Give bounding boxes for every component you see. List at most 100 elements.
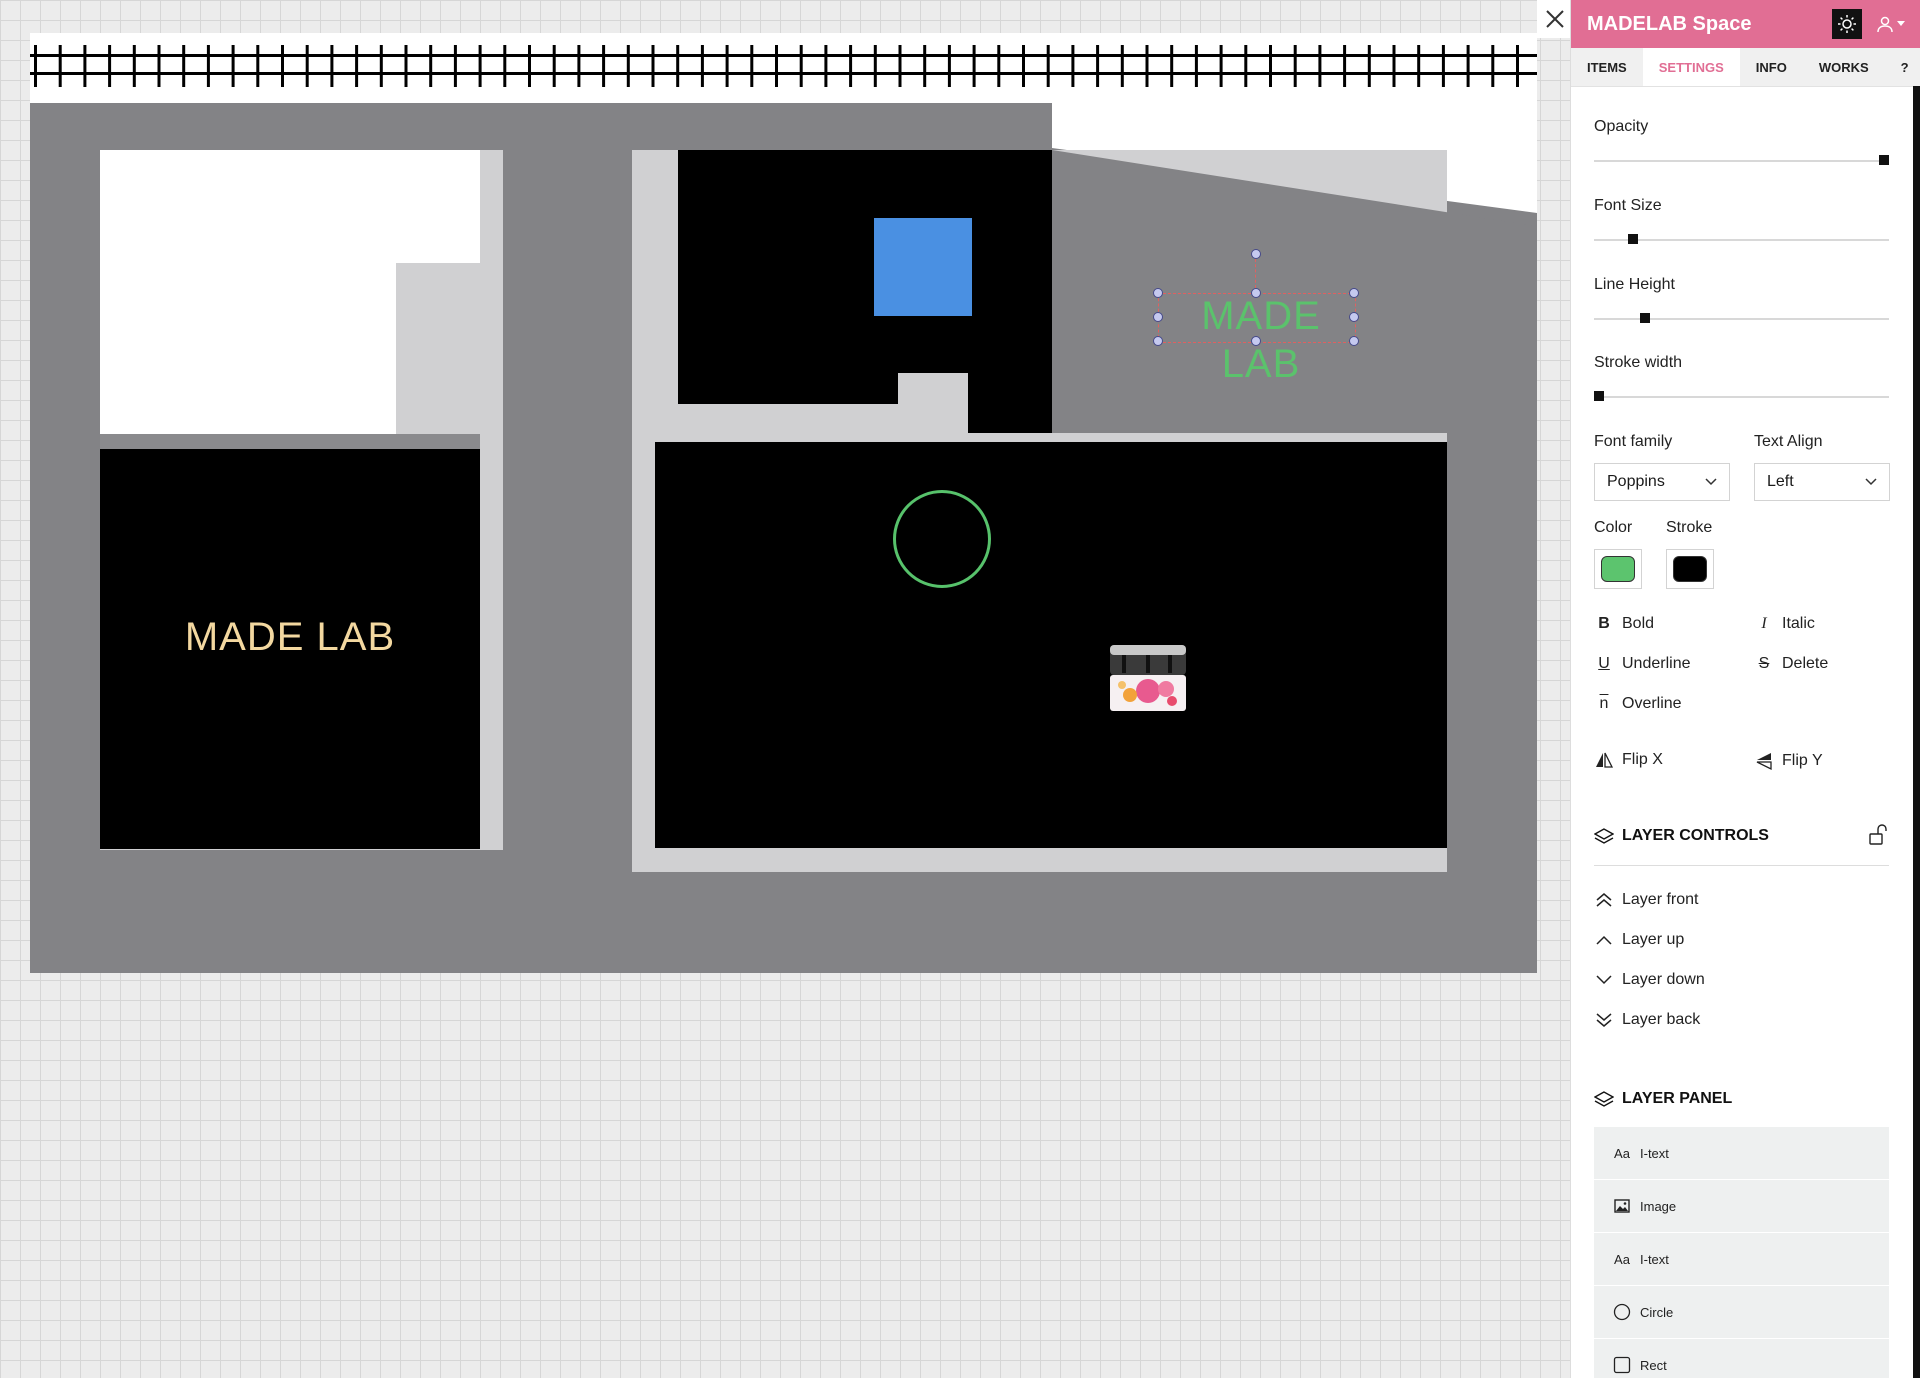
delete-label: Delete — [1782, 655, 1829, 672]
flip-x-button[interactable]: Flip X — [1594, 751, 1663, 769]
layer-panel-title: LAYER PANEL — [1594, 1090, 1732, 1108]
resize-handle-mr[interactable] — [1349, 312, 1359, 322]
bold-button[interactable]: B Bold — [1594, 615, 1654, 633]
overline-label: Overline — [1622, 695, 1682, 712]
font-size-label: Font Size — [1594, 197, 1662, 214]
layer-up-button[interactable]: Layer up — [1594, 931, 1684, 949]
stroke-width-slider[interactable] — [1594, 391, 1889, 401]
stroke-width-label: Stroke width — [1594, 354, 1683, 371]
text-align-select[interactable]: Left — [1754, 463, 1890, 501]
layer-item[interactable]: Rect — [1594, 1339, 1889, 1378]
layer-item[interactable]: Circle — [1594, 1286, 1889, 1339]
design-canvas[interactable]: MADE LAB MADE LAB — [30, 33, 1537, 973]
resize-handle-ml[interactable] — [1153, 312, 1163, 322]
opacity-slider-thumb[interactable] — [1879, 155, 1889, 165]
chevron-up-icon — [1594, 934, 1614, 946]
black-top-block-shape[interactable] — [678, 150, 1052, 404]
double-chevron-up-icon — [1594, 892, 1614, 908]
text-icon: Aa — [1614, 1145, 1630, 1161]
font-family-select[interactable]: Poppins — [1594, 463, 1730, 501]
text-align-label: Text Align — [1754, 433, 1823, 450]
layer-item[interactable]: Aa I-text — [1594, 1233, 1889, 1286]
resize-handle-bl[interactable] — [1153, 336, 1163, 346]
flip-y-button[interactable]: Flip Y — [1754, 751, 1823, 771]
overline-button[interactable]: n Overline — [1594, 695, 1682, 713]
product-jar-image[interactable] — [1108, 643, 1188, 715]
black-corridor-shape[interactable] — [968, 373, 1052, 433]
layer-item-label: I-text — [1640, 1251, 1669, 1267]
fill-color-swatch — [1601, 556, 1635, 582]
layer-controls-title: LAYER CONTROLS — [1594, 827, 1769, 845]
settings-panel: MADELAB Space ITEMS SETTINGS INFO WORKS … — [1570, 0, 1920, 1378]
blue-square-shape[interactable] — [874, 218, 972, 316]
close-button[interactable] — [1537, 0, 1573, 38]
user-menu-button[interactable] — [1876, 15, 1905, 33]
layer-down-label: Layer down — [1622, 971, 1705, 988]
color-picker-button[interactable] — [1594, 549, 1642, 589]
layer-item-label: Image — [1640, 1198, 1677, 1214]
theme-toggle-button[interactable] — [1832, 9, 1862, 39]
panel-scrollbar[interactable] — [1913, 86, 1920, 1378]
layer-front-button[interactable]: Layer front — [1594, 891, 1698, 909]
underline-icon: U — [1598, 655, 1610, 672]
layer-item[interactable]: Aa I-text — [1594, 1127, 1889, 1180]
resize-handle-br[interactable] — [1349, 336, 1359, 346]
underline-label: Underline — [1622, 655, 1691, 672]
user-icon — [1877, 16, 1893, 33]
italic-button[interactable]: I Italic — [1754, 615, 1815, 633]
grey-tab-shape — [898, 373, 968, 433]
layer-front-label: Layer front — [1622, 891, 1699, 908]
stroke-color-swatch — [1673, 556, 1707, 582]
line-height-label: Line Height — [1594, 276, 1675, 293]
underline-button[interactable]: U Underline — [1594, 655, 1690, 673]
black-main-block-shape[interactable] — [655, 442, 1447, 848]
tab-items[interactable]: ITEMS — [1571, 48, 1643, 86]
green-circle-shape[interactable] — [893, 490, 991, 588]
lock-toggle-button[interactable] — [1869, 824, 1887, 851]
flip-x-icon — [1594, 751, 1614, 769]
resize-handle-tl[interactable] — [1153, 288, 1163, 298]
text-icon: Aa — [1614, 1251, 1630, 1267]
grey-notch-shape[interactable] — [396, 263, 480, 434]
delete-button[interactable]: S Delete — [1754, 655, 1829, 673]
layer-up-label: Layer up — [1622, 931, 1685, 948]
chevron-down-icon — [1594, 974, 1614, 986]
stroke-label: Stroke — [1666, 519, 1713, 536]
font-size-slider-thumb[interactable] — [1628, 234, 1639, 244]
flip-y-label: Flip Y — [1782, 752, 1823, 769]
tab-works[interactable]: WORKS — [1803, 48, 1885, 86]
panel-header: MADELAB Space — [1571, 0, 1920, 48]
line-height-slider[interactable] — [1594, 313, 1889, 323]
sun-icon — [1838, 15, 1856, 33]
rect-icon — [1612, 1356, 1632, 1374]
tab-settings[interactable]: SETTINGS — [1642, 48, 1740, 86]
text-align-value: Left — [1767, 473, 1794, 490]
tab-info[interactable]: INFO — [1740, 48, 1803, 86]
layers-icon — [1594, 827, 1614, 845]
stroke-picker-button[interactable] — [1666, 549, 1714, 589]
layer-down-button[interactable]: Layer down — [1594, 971, 1705, 989]
rotate-handle[interactable] — [1251, 249, 1261, 259]
made-lab-text-left[interactable]: MADE LAB — [100, 615, 480, 660]
resize-handle-tm[interactable] — [1251, 288, 1261, 298]
flip-x-label: Flip X — [1622, 751, 1663, 768]
fence-pattern — [30, 45, 1537, 87]
section-divider — [1594, 865, 1889, 866]
layer-item[interactable]: Image — [1594, 1180, 1889, 1233]
layer-list: Aa I-text Image Aa I-text Circle Rect — [1594, 1127, 1889, 1378]
resize-handle-tr[interactable] — [1349, 288, 1359, 298]
layer-back-button[interactable]: Layer back — [1594, 1011, 1700, 1029]
color-label: Color — [1594, 519, 1633, 536]
stroke-width-slider-thumb[interactable] — [1594, 391, 1604, 401]
caret-down-icon — [1897, 21, 1905, 26]
close-icon — [1546, 10, 1564, 28]
line-height-slider-thumb[interactable] — [1639, 313, 1650, 323]
font-size-slider[interactable] — [1594, 234, 1889, 244]
panel-title: MADELAB Space — [1587, 12, 1752, 35]
tab-help[interactable]: ? — [1885, 48, 1920, 86]
circle-icon — [1612, 1303, 1632, 1321]
opacity-slider[interactable] — [1594, 155, 1889, 165]
layer-item-label: Rect — [1640, 1357, 1667, 1373]
layer-back-label: Layer back — [1622, 1011, 1701, 1028]
resize-handle-bm[interactable] — [1251, 336, 1261, 346]
